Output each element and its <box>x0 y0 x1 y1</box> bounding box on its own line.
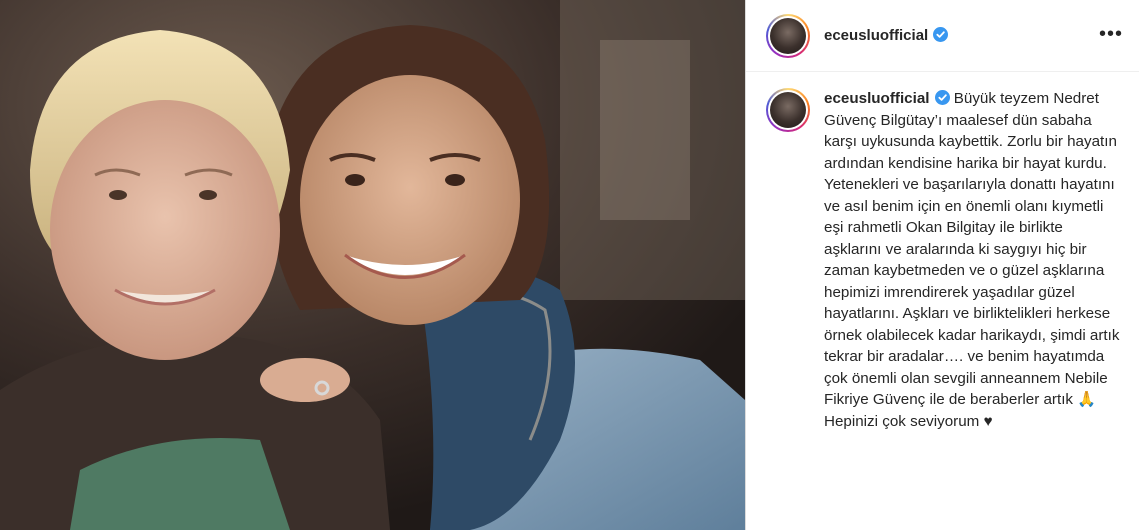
caption-username[interactable]: eceusluofficial <box>824 90 930 107</box>
caption-avatar[interactable] <box>766 88 810 132</box>
post-caption: eceusluofficial Büyük teyzem Nedret Güve… <box>824 88 1124 432</box>
instagram-post: eceusluofficial ••• eceusluofficial Büyü… <box>0 0 1139 530</box>
post-photo[interactable] <box>0 0 745 530</box>
post-header: eceusluofficial ••• <box>746 0 1139 72</box>
post-sidebar: eceusluofficial ••• eceusluofficial Büyü… <box>745 0 1139 530</box>
caption-avatar-image <box>770 92 806 128</box>
more-options-icon[interactable]: ••• <box>1099 24 1123 44</box>
caption-avatar-frame <box>768 90 808 130</box>
header-username-label[interactable]: eceusluofficial <box>824 27 928 44</box>
caption-area: eceusluofficial Büyük teyzem Nedret Güve… <box>746 72 1139 432</box>
avatar-frame <box>768 15 808 56</box>
post-photo-illustration <box>0 0 745 530</box>
verified-badge-icon <box>934 90 950 105</box>
avatar[interactable] <box>766 13 810 58</box>
verified-badge-icon <box>933 27 949 42</box>
header-username[interactable]: eceusluofficial <box>824 27 949 44</box>
caption-body: Büyük teyzem Nedret Güvenç Bilgütay’ı ma… <box>824 90 1120 430</box>
avatar-image <box>770 17 806 54</box>
